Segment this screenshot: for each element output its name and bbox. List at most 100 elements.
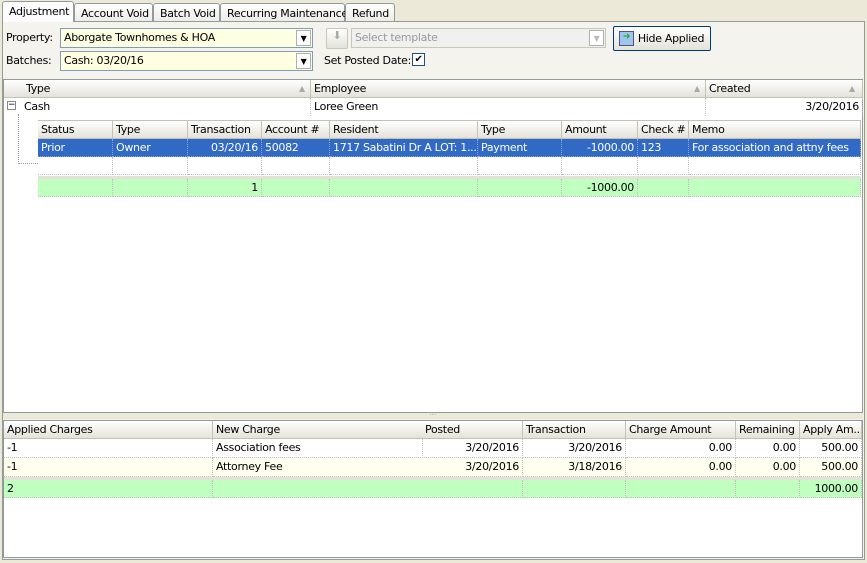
sort-arrow-icon: ▲ — [849, 84, 855, 93]
new-row-cell[interactable] — [638, 157, 689, 175]
splitter[interactable]: ···· — [3, 413, 863, 419]
sort-arrow-icon: ▲ — [694, 84, 700, 93]
hide-applied-button[interactable]: ➜ Hide Applied — [613, 26, 711, 51]
new-row-cell[interactable] — [262, 157, 330, 175]
summary-cell: 1 — [188, 179, 262, 197]
detail-cell[interactable]: Owner — [113, 139, 188, 157]
set-posted-date-checkbox[interactable]: ✔ — [412, 53, 425, 66]
detail-column-header[interactable]: Amount — [562, 120, 638, 139]
group-cell-employee: Loree Green — [311, 98, 706, 116]
tab-adjustment[interactable]: Adjustment — [2, 1, 74, 22]
charge-cell[interactable]: 3/20/2016 — [422, 439, 523, 458]
detail-cell[interactable]: 03/20/16 — [188, 139, 262, 157]
charge-cell[interactable]: -1 — [4, 439, 213, 458]
group-cell-type: Cash — [21, 98, 311, 116]
sort-arrow-icon: ▲ — [299, 84, 305, 93]
grid-icon: ➜ — [619, 31, 634, 46]
tab-refund[interactable]: Refund — [345, 3, 395, 22]
summary-cell — [638, 179, 689, 197]
detail-column-header[interactable]: Transaction — [188, 120, 262, 139]
new-row-cell[interactable] — [689, 157, 861, 175]
column-header[interactable]: Applied Charges — [4, 421, 213, 439]
detail-cell[interactable]: Prior — [38, 139, 113, 157]
charge-cell[interactable]: 3/20/2016 — [523, 439, 626, 458]
template-select[interactable]: Select template ▼ — [351, 28, 606, 48]
charge-cell[interactable]: 0.00 — [736, 458, 800, 477]
detail-cell[interactable]: 50082 — [262, 139, 330, 157]
chevron-down-icon[interactable]: ▼ — [296, 30, 311, 46]
chevron-down-icon[interactable]: ▼ — [296, 53, 311, 69]
detail-column-header[interactable]: Check # — [638, 120, 689, 139]
tab-account-void[interactable]: Account Void — [74, 3, 153, 22]
charge-cell[interactable]: 3/20/2016 — [422, 458, 523, 477]
template-placeholder: Select template — [355, 31, 438, 44]
stamp-icon: ⬇ — [332, 29, 342, 42]
summary-cell — [38, 179, 113, 197]
batches-value: Cash: 03/20/16 — [64, 54, 144, 67]
summary-cell — [262, 179, 330, 197]
new-row-cell[interactable] — [188, 157, 262, 175]
new-row-cell[interactable] — [38, 157, 113, 175]
detail-column-header[interactable]: Type — [478, 120, 562, 139]
charge-cell[interactable]: 0.00 — [626, 458, 736, 477]
summary-cell — [422, 480, 523, 498]
charge-cell[interactable]: 500.00 — [800, 458, 862, 477]
summary-cell: -1000.00 — [562, 179, 638, 197]
column-header[interactable]: New Charge — [213, 421, 423, 439]
detail-column-header[interactable]: Status — [38, 120, 113, 139]
detail-cell[interactable]: -1000.00 — [562, 139, 638, 157]
property-label: Property: — [6, 31, 53, 44]
charge-cell[interactable]: 0.00 — [736, 439, 800, 458]
apply-template-button[interactable]: ⬇ — [326, 28, 348, 49]
column-header[interactable]: Remaining — [736, 421, 800, 439]
charge-cell[interactable]: 500.00 — [800, 439, 862, 458]
group-cell-created: 3/20/2016 — [706, 98, 863, 116]
detail-column-header[interactable]: Resident — [330, 120, 478, 139]
column-header[interactable]: Apply Am... — [800, 421, 862, 439]
charge-cell[interactable]: 0.00 — [626, 439, 736, 458]
summary-cell — [478, 179, 562, 197]
detail-column-header[interactable]: Account # — [262, 120, 330, 139]
summary-cell: 1000.00 — [800, 480, 862, 498]
column-header[interactable]: Employee — [311, 80, 706, 98]
summary-cell — [330, 179, 478, 197]
detail-cell[interactable]: For association and attny fees — [689, 139, 861, 157]
summary-cell — [689, 179, 861, 197]
new-row-cell[interactable] — [562, 157, 638, 175]
property-select[interactable]: Aborgate Townhomes & HOA ▼ — [60, 28, 313, 48]
new-row-cell[interactable] — [330, 157, 478, 175]
charge-cell[interactable]: 3/18/2016 — [523, 458, 626, 477]
charge-cell[interactable]: Association fees — [213, 439, 423, 458]
summary-cell — [523, 480, 626, 498]
batches-label: Batches: — [6, 54, 52, 67]
tab-batch-void[interactable]: Batch Void — [153, 3, 220, 22]
column-header[interactable]: Transaction — [523, 421, 626, 439]
set-posted-date-label: Set Posted Date: — [324, 54, 412, 67]
detail-column-header[interactable]: Memo — [689, 120, 861, 139]
batch-grid: Type Employee Created ▲ ▲ ▲ − Cash Loree Green 3/… — [3, 79, 863, 413]
summary-cell — [213, 480, 423, 498]
new-row-cell[interactable] — [113, 157, 188, 175]
property-value: Aborgate Townhomes & HOA — [64, 31, 215, 44]
new-row-cell[interactable] — [478, 157, 562, 175]
detail-cell[interactable]: 123 — [638, 139, 689, 157]
detail-cell[interactable]: 1717 Sabatini Dr A LOT: 1... — [330, 139, 478, 157]
summary-cell — [113, 179, 188, 197]
column-header[interactable]: Created — [706, 80, 863, 98]
chevron-down-icon[interactable]: ▼ — [589, 30, 604, 46]
charge-cell[interactable]: -1 — [4, 458, 213, 477]
column-header[interactable]: Type — [4, 80, 311, 98]
tab-recurring-maintenance[interactable]: Recurring Maintenance — [220, 3, 348, 22]
collapse-icon[interactable]: − — [7, 101, 16, 110]
tree-line — [18, 114, 38, 164]
charge-cell[interactable]: Attorney Fee — [213, 458, 423, 477]
detail-column-header[interactable]: Type — [113, 120, 188, 139]
applied-charges-grid: Applied Charges New Charge Posted Transacti… — [3, 420, 863, 558]
summary-cell: 2 — [4, 480, 213, 498]
column-header[interactable]: Posted — [422, 421, 523, 439]
hide-applied-label: Hide Applied — [637, 32, 705, 45]
detail-cell[interactable]: Payment — [478, 139, 562, 157]
batches-select[interactable]: Cash: 03/20/16 ▼ — [60, 51, 313, 71]
column-header[interactable]: Charge Amount — [626, 421, 736, 439]
summary-cell — [736, 480, 800, 498]
